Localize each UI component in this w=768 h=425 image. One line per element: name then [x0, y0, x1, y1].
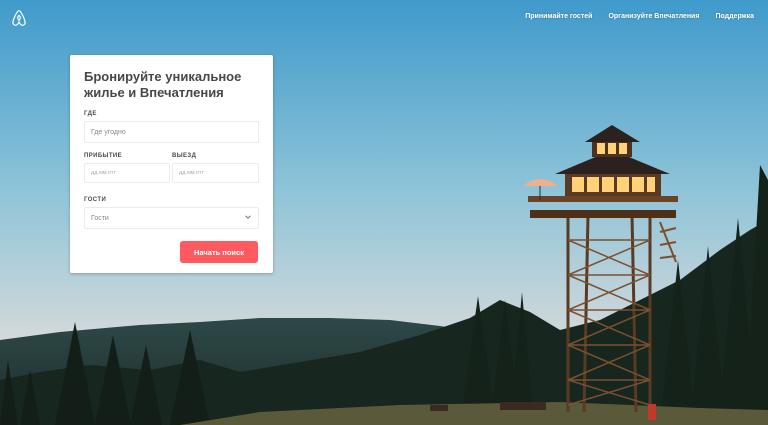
- where-input[interactable]: Где угодно: [84, 121, 259, 143]
- guests-select[interactable]: Гости: [84, 207, 259, 229]
- top-navigation: Принимайте гостей Организуйте Впечатлени…: [525, 13, 754, 20]
- search-card: Бронируйте уникальное жилье и Впечатлени…: [70, 55, 273, 273]
- nav-host-link[interactable]: Принимайте гостей: [525, 13, 592, 20]
- checkout-label: ВЫЕЗД: [172, 153, 197, 159]
- where-label: ГДЕ: [84, 111, 97, 117]
- checkin-label: ПРИБЫТИЕ: [84, 153, 122, 159]
- search-card-title: Бронируйте уникальное жилье и Впечатлени…: [84, 69, 242, 100]
- chevron-down-icon: [245, 215, 251, 219]
- guests-label: ГОСТИ: [84, 197, 107, 203]
- checkin-date-input[interactable]: дд.мм.гггг: [84, 163, 170, 183]
- checkout-date-input[interactable]: дд.мм.гггг: [172, 163, 259, 183]
- airbnb-logo-icon[interactable]: [11, 9, 27, 27]
- nav-support-link[interactable]: Поддержка: [715, 13, 754, 20]
- search-button[interactable]: Начать поиск: [180, 241, 258, 263]
- nav-experiences-link[interactable]: Организуйте Впечатления: [608, 13, 699, 20]
- guests-select-value: Гости: [91, 214, 109, 222]
